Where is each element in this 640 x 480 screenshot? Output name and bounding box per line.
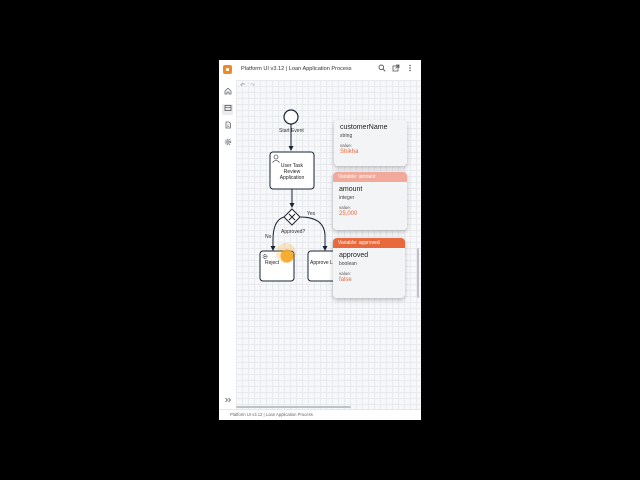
info-icon: [223, 413, 228, 418]
diagram-view-icon[interactable]: [222, 104, 233, 115]
status-bar: Platform UI v3.12 | Loan Application Pro…: [219, 409, 421, 420]
home-icon[interactable]: [222, 87, 233, 98]
start-event[interactable]: [283, 109, 299, 125]
gear-icon-glyph: [224, 138, 231, 146]
start-event-label: Start Event: [279, 128, 304, 134]
variable-value: false: [339, 277, 352, 283]
horizontal-scrollbar[interactable]: [236, 406, 351, 408]
app-window: Platform UI v3.12 | Loan Application Pro…: [219, 60, 421, 420]
variable-card-approved[interactable]: Variable: approved approved boolean valu…: [333, 238, 405, 298]
sidebar: [219, 80, 237, 409]
document-icon-glyph: [225, 121, 231, 129]
zoom-icon-glyph: [378, 64, 386, 72]
settings-gear-icon[interactable]: [222, 138, 233, 149]
status-text: Platform UI v3.12 | Loan Application Pro…: [230, 412, 313, 417]
double-chevron-icon-glyph: [224, 397, 231, 403]
diagram-icon-glyph: [224, 105, 231, 111]
variable-card-customer-name[interactable]: customerName string value: Shikha: [334, 120, 407, 166]
external-link-icon-glyph: [392, 64, 400, 72]
vertical-scrollbar[interactable]: [417, 248, 419, 298]
variable-name: customerName: [340, 124, 388, 131]
app-logo: [223, 65, 232, 74]
task-label-line-3: Application: [280, 175, 305, 181]
reject-task-label: Reject: [265, 260, 280, 266]
approve-task-label: Approve L: [310, 260, 333, 266]
variable-name: approved: [339, 252, 369, 259]
status-settings-icon[interactable]: [411, 413, 416, 420]
variable-card-header: Variable: amount: [333, 172, 407, 182]
variable-value: Shikha: [340, 149, 359, 155]
minimize-panel-icon[interactable]: [400, 413, 406, 420]
home-icon-glyph: [224, 87, 231, 95]
variable-type: string: [340, 133, 353, 139]
variable-type: boolean: [339, 261, 357, 267]
document-icon[interactable]: [222, 121, 233, 132]
diagram-canvas[interactable]: ↶ ↷ Start Event User Task Review Applicat…: [236, 80, 421, 409]
gateway-label: Approved?: [281, 229, 305, 235]
yes-label: Yes: [307, 211, 316, 217]
variable-name: amount: [339, 186, 363, 193]
kebab-icon-glyph: [409, 64, 411, 72]
expand-sidebar-icon[interactable]: [222, 396, 233, 407]
variable-type: integer: [339, 195, 355, 201]
page-title: Platform UI v3.12 | Loan Application Pro…: [241, 66, 352, 72]
no-label: No: [265, 234, 272, 240]
variable-card-header: Variable: approved: [333, 238, 405, 248]
touch-cursor: [280, 249, 294, 263]
variable-value-label: value:: [339, 271, 352, 276]
zoom-icon[interactable]: [377, 64, 387, 74]
header-bar: Platform UI v3.12 | Loan Application Pro…: [219, 60, 421, 81]
external-link-icon[interactable]: [391, 64, 401, 74]
variable-card-amount[interactable]: Variable: amount amount integer value: 2…: [333, 172, 407, 230]
more-menu-icon[interactable]: [405, 64, 415, 74]
variable-value-label: value:: [340, 143, 353, 148]
variable-value-label: value:: [339, 205, 352, 210]
variable-value: 25,000: [339, 211, 358, 217]
